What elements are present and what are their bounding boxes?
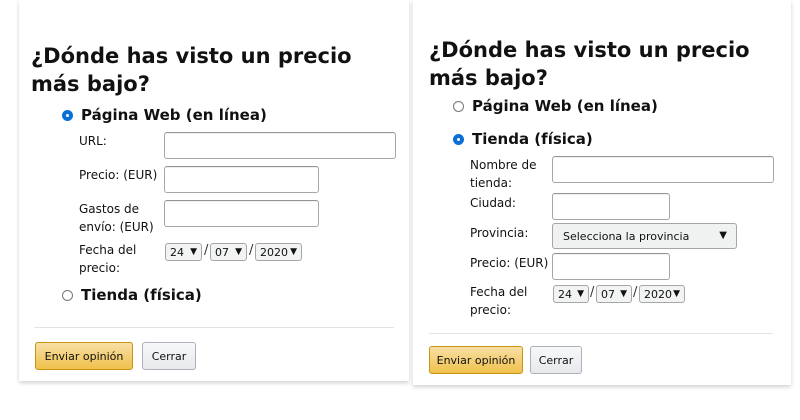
radio-store-label: Tienda (física) [472,130,593,148]
radio-web-option[interactable]: Página Web (en línea) [453,97,658,115]
province-select[interactable]: Selecciona la provincia ▼ [552,223,737,249]
year-value: 2020 [260,245,288,259]
chevron-down-icon: ▼ [190,247,197,257]
year-value: 2020 [644,287,672,301]
date-label-line-1: Fecha del [79,243,137,257]
city-label: Ciudad: [470,196,516,210]
chevron-down-icon: ▼ [235,247,242,257]
submit-button[interactable]: Enviar opinión [429,346,523,374]
radio-selected-icon[interactable] [62,109,73,121]
month-value: 07 [215,245,229,259]
date-label-line-2: precio: [470,303,511,317]
left-feedback-panel: ¿Dónde has visto un precio más bajo? Pág… [19,0,409,381]
month-value: 07 [601,287,615,301]
chevron-down-icon: ▼ [290,247,297,257]
chevron-down-icon: ▼ [577,289,584,299]
radio-empty-icon[interactable] [62,289,73,301]
divider [429,333,773,334]
price-input[interactable] [552,253,670,280]
shipping-label-line-1: Gastos de [79,202,140,216]
shipping-label-line-2: envío: (EUR) [79,220,154,234]
chevron-down-icon: ▼ [620,289,627,299]
date-separator: / [633,285,638,300]
day-select[interactable]: 24 ▼ [553,285,589,303]
shipping-input[interactable] [164,200,319,227]
year-select[interactable]: 2020 ▼ [639,285,685,303]
date-label-line-2: precio: [79,261,120,275]
date-separator: / [249,243,254,258]
date-separator: / [204,243,209,258]
price-label: Precio: (EUR) [470,256,549,270]
date-separator: / [590,285,595,300]
day-value: 24 [558,287,572,301]
url-label: URL: [79,134,107,148]
price-label: Precio: (EUR) [79,168,158,182]
radio-store-option[interactable]: Tienda (física) [62,286,202,304]
close-button[interactable]: Cerrar [142,342,196,370]
province-value: Selecciona la provincia [563,229,690,243]
radio-store-option[interactable]: Tienda (física) [453,130,593,148]
store-name-label-line-2: tienda: [470,176,513,190]
radio-store-label: Tienda (física) [81,286,202,304]
year-select[interactable]: 2020 ▼ [255,243,302,261]
submit-button[interactable]: Enviar opinión [35,342,133,370]
radio-web-label: Página Web (en línea) [472,97,658,115]
store-name-input[interactable] [552,156,774,183]
divider [34,327,394,328]
day-select[interactable]: 24 ▼ [165,243,202,261]
page-title: ¿Dónde has visto un precio más bajo? [31,44,352,96]
date-label: Fecha del precio: [470,283,527,319]
province-label: Provincia: [470,226,529,240]
right-feedback-panel: ¿Dónde has visto un precio más bajo? Pág… [413,0,791,385]
radio-selected-icon[interactable] [453,133,464,145]
date-label-line-1: Fecha del [470,285,528,299]
chevron-down-icon: ▼ [673,289,680,299]
month-select[interactable]: 07 ▼ [210,243,247,261]
chevron-down-icon: ▼ [719,230,727,241]
city-input[interactable] [552,193,670,220]
month-select[interactable]: 07 ▼ [596,285,632,303]
radio-empty-icon[interactable] [453,100,464,112]
price-input[interactable] [164,166,319,193]
date-label: Fecha del precio: [79,241,136,277]
radio-web-option[interactable]: Página Web (en línea) [62,106,267,124]
radio-web-label: Página Web (en línea) [81,106,267,124]
close-button[interactable]: Cerrar [530,346,582,374]
url-input[interactable] [164,132,396,159]
store-name-label-line-1: Nombre de [470,158,537,172]
shipping-label: Gastos de envío: (EUR) [79,200,154,236]
day-value: 24 [170,245,184,259]
page-title: ¿Dónde has visto un precio más bajo? [429,38,750,90]
store-name-label: Nombre de tienda: [470,156,537,192]
